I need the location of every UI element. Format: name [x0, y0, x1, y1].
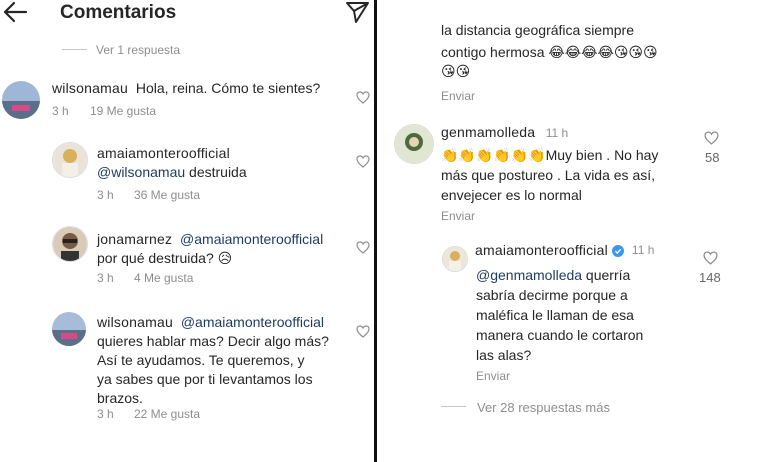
username[interactable]: jonamarnez	[97, 231, 172, 247]
comment-body: Hola, reina. Cómo te sientes?	[135, 80, 321, 96]
comment-text: @wilsonamau destruida	[97, 162, 247, 182]
comment-body: Muy bien . No hay	[545, 147, 659, 163]
like-count: 58	[705, 150, 720, 165]
send-icon[interactable]	[345, 0, 371, 24]
page-title: Comentarios	[60, 2, 177, 23]
comment-body-line: más que postureo . La vida es así,	[441, 167, 656, 183]
comment-text: wilsonamau Hola, reina. Cómo te sientes?	[52, 78, 320, 98]
username[interactable]: wilsonamau	[52, 80, 128, 96]
comment-body-line: manera cuando le cortaron	[476, 327, 644, 343]
comment-body-line: envejecer es lo normal	[441, 187, 582, 203]
comment-text: wilsonamau @amaiamonteroofficial	[97, 312, 324, 332]
comment-time: 11 h	[631, 243, 655, 257]
view-replies-button[interactable]: Ver 1 respuesta	[96, 43, 180, 57]
send-button[interactable]: Enviar	[441, 209, 475, 223]
avatar[interactable]	[394, 124, 434, 164]
username[interactable]: genmamolleda	[441, 124, 535, 140]
view-more-replies-button[interactable]: Ver 28 respuestas más	[477, 400, 610, 415]
comment-body-line: maléfica le llaman de esa	[476, 307, 634, 323]
avatar[interactable]	[442, 246, 468, 272]
comment-body-line: brazos.	[97, 390, 143, 406]
comment-body-line: ya sabes que por ti levantamos los	[97, 371, 313, 387]
back-arrow-icon[interactable]	[2, 0, 28, 24]
comment-body-line: @genmamolleda querría	[476, 265, 630, 285]
mention-link[interactable]: @amaiamonteroofficial	[180, 231, 323, 247]
comment-body: por qué destruida?	[97, 250, 214, 266]
comment-likes[interactable]: 36 Me gusta	[134, 188, 200, 202]
mention-link[interactable]: @genmamolleda	[476, 267, 582, 283]
send-button[interactable]: Enviar	[476, 369, 510, 383]
comment-body-line: quieres hablar mas? Decir algo más?	[97, 333, 329, 349]
comment-body-line: las alas?	[476, 347, 532, 363]
comment-body-line: sabría decirme porque a	[476, 287, 628, 303]
comment-likes[interactable]: 4 Me gusta	[134, 271, 193, 285]
avatar[interactable]	[52, 312, 86, 346]
heart-icon[interactable]	[356, 325, 370, 343]
comment-body-line: contigo hermosa 😂😂😂😂😘😘😘	[441, 42, 658, 63]
emoji-sequence: 😂😂😂😂😘😘😘	[548, 45, 658, 61]
more-replies-line	[441, 406, 466, 407]
send-button[interactable]: Enviar	[441, 89, 475, 103]
username[interactable]: amaiamonteroofficial	[97, 145, 230, 161]
avatar[interactable]	[52, 226, 88, 262]
clap-emoji-sequence: 👏👏👏👏👏👏	[441, 148, 546, 164]
verified-badge-icon	[611, 244, 624, 257]
comment-time: 3 h	[97, 188, 114, 202]
comment-body-line: 👏👏👏👏👏👏Muy bien . No hay	[441, 145, 658, 166]
like-count: 148	[699, 270, 721, 285]
comment-time: 11 h	[545, 126, 569, 140]
comment-likes[interactable]: 22 Me gusta	[134, 407, 200, 421]
emoji-sequence: 😘😘	[441, 64, 471, 80]
comment-time: 3 h	[97, 271, 114, 285]
username[interactable]: wilsonamau	[97, 314, 173, 330]
comment-time: 3 h	[97, 407, 114, 421]
avatar[interactable]	[2, 81, 40, 119]
view-replies-line	[62, 49, 87, 50]
comment-body-line: la distancia geográfica siempre	[441, 22, 634, 38]
mention-link[interactable]: @amaiamonteroofficial	[181, 314, 324, 330]
mention-link[interactable]: @wilsonamau	[97, 164, 185, 180]
comment-header: amaiamonteroofficial 11 h	[475, 242, 654, 258]
screenshot-divider	[374, 0, 377, 462]
username[interactable]: amaiamonteroofficial	[475, 242, 608, 258]
comment-text-line: por qué destruida? 😥	[97, 248, 232, 269]
comment-body-line: Así te ayudamos. Te queremos, y	[97, 352, 305, 368]
comment-likes[interactable]: 19 Me gusta	[90, 104, 156, 118]
comment-header: genmamolleda 11 h	[441, 124, 568, 142]
sad-emoji: 😥	[217, 251, 233, 267]
heart-icon[interactable]	[356, 155, 370, 173]
comment-text: jonamarnez @amaiamonteroofficial	[97, 229, 323, 249]
comment-time: 3 h	[52, 104, 69, 118]
heart-icon[interactable]	[703, 251, 718, 270]
comment-body: destruida	[185, 164, 247, 180]
comment-body: querría	[582, 267, 631, 283]
heart-icon[interactable]	[356, 241, 370, 259]
heart-icon[interactable]	[704, 131, 719, 150]
comment-body: contigo hermosa	[441, 44, 545, 60]
heart-icon[interactable]	[356, 91, 370, 109]
avatar[interactable]	[52, 142, 88, 178]
